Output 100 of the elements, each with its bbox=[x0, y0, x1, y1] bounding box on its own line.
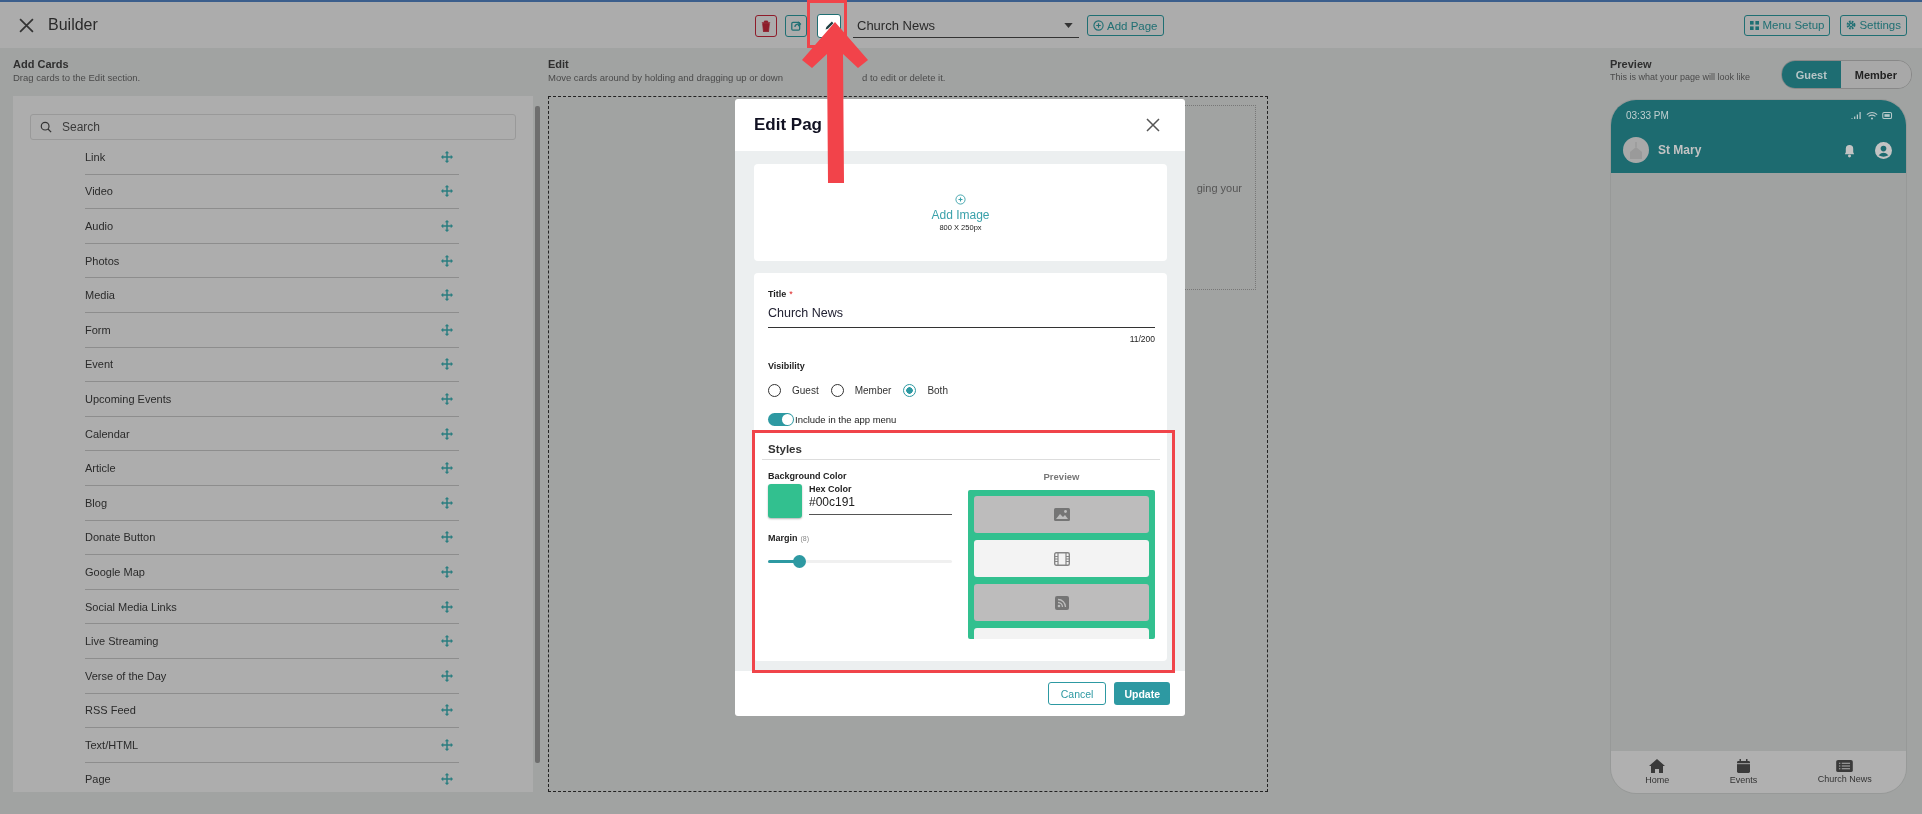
card-type-item[interactable]: RSS Feed bbox=[85, 693, 459, 729]
add-circle-icon bbox=[1093, 20, 1104, 31]
dialog-title: Edit Pag bbox=[754, 115, 822, 135]
section-subtitle: d to edit or delete it. bbox=[862, 72, 946, 83]
card-type-item[interactable]: Audio bbox=[85, 209, 459, 244]
card-type-item[interactable]: Blog bbox=[85, 485, 459, 521]
section-heading: Styles bbox=[762, 443, 1160, 460]
move-icon bbox=[441, 289, 453, 302]
card-type-item[interactable]: Form bbox=[85, 312, 459, 348]
delete-button[interactable] bbox=[755, 14, 777, 37]
move-icon bbox=[441, 392, 453, 405]
move-icon bbox=[441, 254, 453, 267]
card-type-item[interactable]: Event bbox=[85, 347, 459, 383]
cancel-button[interactable]: Cancel bbox=[1047, 682, 1107, 705]
section-subtitle: Move cards around by holding and dragging up or down bbox=[548, 72, 785, 83]
wifi-icon bbox=[1866, 110, 1878, 120]
add-circle-icon bbox=[955, 193, 966, 205]
card-type-item[interactable]: Link bbox=[85, 140, 459, 175]
radio-option[interactable]: Both bbox=[903, 384, 948, 397]
status-time: 03:33 PM bbox=[1626, 109, 1669, 121]
card-type-item[interactable]: Media bbox=[85, 278, 459, 313]
move-icon bbox=[441, 358, 453, 371]
card-type-item[interactable]: Verse of the Day bbox=[85, 658, 459, 694]
field-label: Background Color bbox=[768, 471, 848, 481]
mode-tab[interactable]: Member bbox=[1840, 61, 1911, 88]
move-icon bbox=[441, 220, 453, 232]
card-type-item[interactable]: Google Map bbox=[85, 555, 459, 590]
account-icon[interactable] bbox=[1875, 141, 1892, 159]
hex-color-field[interactable]: #00c191 bbox=[809, 494, 952, 515]
move-icon bbox=[441, 704, 453, 717]
move-icon bbox=[441, 669, 453, 682]
card-type-item[interactable]: Calendar bbox=[85, 416, 459, 452]
add-image-label: Add Image bbox=[931, 207, 990, 222]
list-icon bbox=[1836, 760, 1854, 772]
section-title: Add Cards bbox=[13, 58, 70, 70]
slider-track[interactable] bbox=[768, 555, 952, 568]
radio-option[interactable]: Member bbox=[830, 384, 892, 397]
character-counter: 11/200 bbox=[1128, 334, 1155, 344]
field-label: Title bbox=[768, 289, 787, 299]
card-type-item[interactable]: Text/HTML bbox=[85, 728, 459, 763]
card-type-item[interactable]: Live Streaming bbox=[85, 624, 459, 659]
slider-thumb[interactable] bbox=[793, 555, 807, 568]
move-icon bbox=[441, 773, 453, 786]
film-icon bbox=[1053, 551, 1070, 566]
move-icon bbox=[441, 150, 453, 163]
card-type-item[interactable]: Video bbox=[85, 174, 459, 210]
nav-tab[interactable]: Church News bbox=[1817, 760, 1872, 784]
move-icon bbox=[441, 427, 453, 440]
calendar-icon bbox=[1736, 759, 1750, 773]
bell-icon[interactable] bbox=[1843, 142, 1856, 158]
nav-tab[interactable]: Home bbox=[1645, 759, 1670, 785]
close-icon[interactable] bbox=[19, 17, 34, 33]
home-icon bbox=[1649, 759, 1666, 773]
signal-icon bbox=[1851, 110, 1862, 120]
section-title: Edit bbox=[548, 58, 570, 70]
close-icon[interactable] bbox=[1146, 118, 1160, 132]
page-dropdown[interactable]: Church News bbox=[853, 13, 1079, 38]
scrollbar[interactable] bbox=[535, 106, 540, 763]
app-title: Builder bbox=[48, 16, 98, 34]
caret-icon bbox=[1064, 22, 1073, 28]
church-name: St Mary bbox=[1658, 143, 1703, 157]
section-subtitle: Drag cards to the Edit section. bbox=[13, 72, 142, 83]
update-button[interactable]: Update bbox=[1114, 682, 1170, 705]
trash-icon bbox=[761, 19, 771, 32]
field-label: Visibility bbox=[768, 361, 806, 371]
move-icon bbox=[441, 635, 453, 648]
section-title: Preview bbox=[1610, 58, 1653, 70]
rss-icon bbox=[1054, 595, 1069, 610]
battery-icon bbox=[1882, 111, 1893, 119]
card-type-item[interactable]: Photos bbox=[85, 243, 459, 279]
search-field[interactable]: Search bbox=[30, 114, 516, 140]
pencil-icon bbox=[823, 20, 835, 31]
settings-icon bbox=[1846, 20, 1857, 30]
field-label: Margin bbox=[768, 533, 798, 543]
toggle-label: Include in the app menu bbox=[795, 414, 897, 425]
card-type-item[interactable]: Page bbox=[85, 762, 459, 792]
color-swatch[interactable] bbox=[768, 484, 802, 518]
move-icon bbox=[441, 600, 453, 613]
move-icon bbox=[441, 185, 453, 198]
card-type-item[interactable]: Article bbox=[85, 451, 459, 486]
share-button[interactable] bbox=[785, 14, 807, 37]
move-icon bbox=[441, 496, 453, 509]
search-icon bbox=[40, 121, 52, 133]
move-icon bbox=[441, 531, 453, 544]
required-mark: * bbox=[789, 289, 793, 299]
section-subtitle: This is what your page will look like bbox=[1610, 72, 1751, 82]
field-label: Hex Color bbox=[809, 484, 853, 494]
share-icon bbox=[790, 20, 802, 31]
move-icon bbox=[441, 323, 453, 336]
toggle-switch[interactable] bbox=[768, 413, 794, 426]
radio-button[interactable] bbox=[903, 384, 917, 397]
mode-tab[interactable]: Guest bbox=[1781, 61, 1841, 88]
nav-tab[interactable]: Events bbox=[1729, 759, 1758, 785]
church-avatar-icon bbox=[1623, 137, 1649, 163]
move-icon bbox=[441, 565, 453, 578]
card-type-item[interactable]: Upcoming Events bbox=[85, 382, 459, 417]
grid-icon bbox=[1750, 20, 1760, 30]
radio-option[interactable]: Guest bbox=[768, 384, 819, 397]
card-type-item[interactable]: Social Media Links bbox=[85, 589, 459, 625]
card-type-item[interactable]: Donate Button bbox=[85, 520, 459, 556]
